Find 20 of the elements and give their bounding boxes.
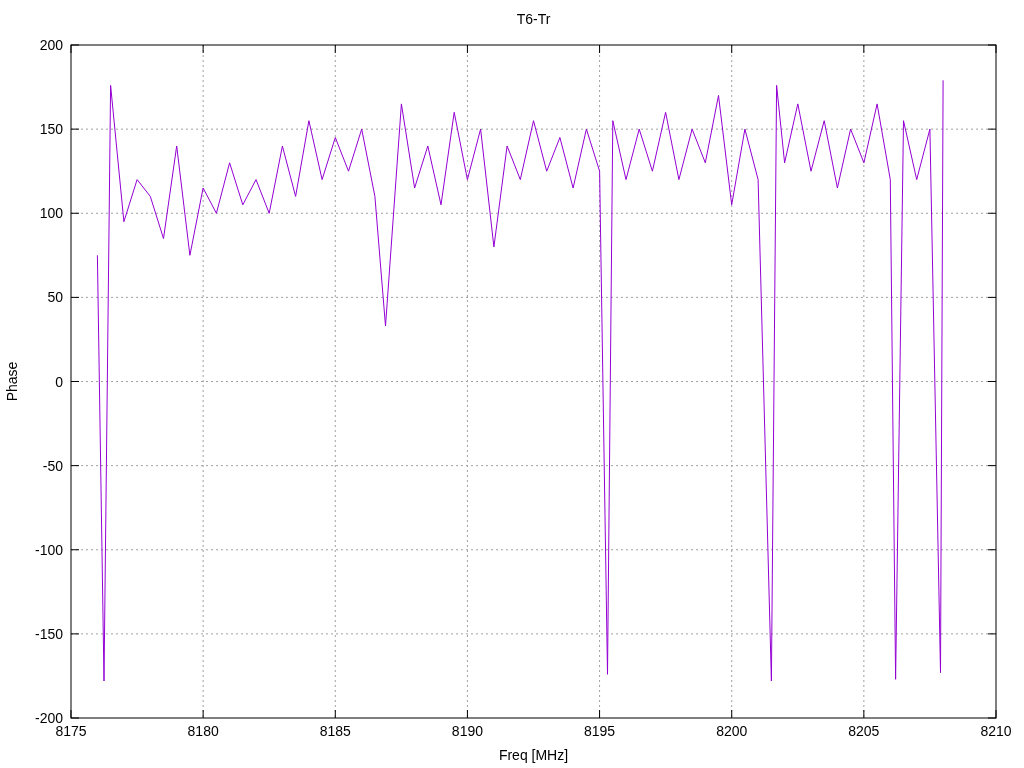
axis-tick-label: -50 [42,457,63,474]
axis-tick-label: 8175 [55,723,87,739]
axis-tick-label: 100 [39,205,63,222]
axis-tick-label: 200 [39,37,63,53]
chart-title: T6-Tr [516,11,551,27]
axis-tick-label: 8195 [584,723,616,739]
axis-tick-label: -150 [34,625,63,642]
axis-label: Freq [MHz] [498,747,569,763]
axis-tick-label: 8200 [716,723,748,739]
axis-tick-label: 0 [55,373,63,390]
axis-tick-label: 8205 [848,723,880,739]
axis-tick-label: 150 [39,121,63,138]
axis-tick-label: 8210 [980,723,1012,739]
axis-tick-label: 50 [47,289,63,306]
axis-tick-label: -100 [34,541,63,558]
axis-tick-label: -200 [34,710,63,726]
axis-tick-label: 8185 [319,723,351,739]
axis-label: Phase [4,361,20,402]
axis-tick-label: 8180 [187,723,219,739]
axis-tick-label: 8190 [451,723,483,739]
